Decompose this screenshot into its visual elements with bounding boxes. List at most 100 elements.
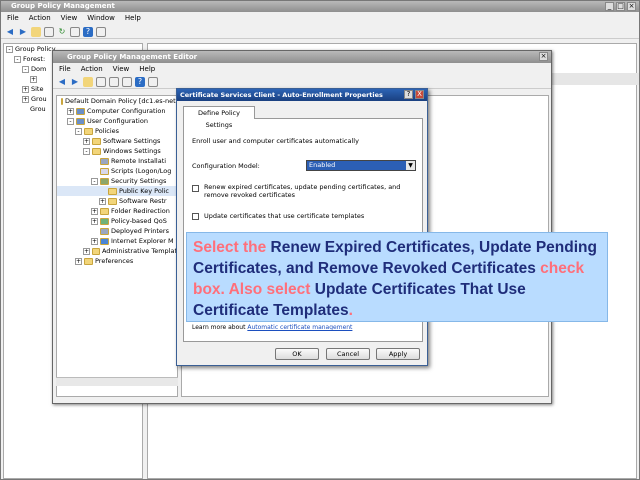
gpm-toolbar: ◀ ▶ ↻ ? xyxy=(1,25,639,39)
tree-item[interactable]: + Folder Redirection xyxy=(57,206,177,216)
properties-icon[interactable] xyxy=(148,76,158,87)
tree-item[interactable]: + Policy-based QoS xyxy=(57,216,177,226)
up-folder-icon[interactable] xyxy=(83,76,93,87)
expand-toggle-icon[interactable]: - xyxy=(67,117,74,125)
tree-item-label: Remote Installati xyxy=(111,157,167,165)
up-folder-icon[interactable] xyxy=(31,26,41,37)
folder-icon xyxy=(108,187,117,195)
gpme-titlebar[interactable]: Group Policy Management Editor xyxy=(53,51,551,63)
tree-item-label: Scripts (Logon/Log xyxy=(111,167,172,175)
gpm-window-controls: _ □ × xyxy=(605,2,636,11)
gpme-window-controls: × xyxy=(539,52,548,61)
dialog-title: Certificate Services Client - Auto-Enrol… xyxy=(180,91,383,99)
close-icon[interactable]: X xyxy=(415,90,424,99)
tree-item[interactable]: + Preferences xyxy=(57,256,177,266)
configuration-model-select[interactable]: Enabled ▼ xyxy=(306,160,416,171)
gpme-menubar: File Action View Help xyxy=(53,63,551,75)
folder-icon xyxy=(92,137,101,145)
expand-toggle-icon[interactable]: + xyxy=(83,137,90,145)
properties-icon[interactable] xyxy=(96,26,106,37)
expand-toggle-icon[interactable]: - xyxy=(75,127,82,135)
show-tree-icon[interactable] xyxy=(96,76,106,87)
expand-toggle-icon[interactable]: + xyxy=(91,207,98,215)
tree-item-label: Folder Redirection xyxy=(111,207,170,215)
intro-text: Enroll user and computer certificates au… xyxy=(192,137,359,145)
forward-icon[interactable]: ▶ xyxy=(18,27,28,37)
forward-icon[interactable]: ▶ xyxy=(70,77,80,87)
gpm-titlebar[interactable]: Group Policy Management xyxy=(1,1,639,12)
help-icon[interactable]: ? xyxy=(83,26,93,37)
export-icon[interactable] xyxy=(122,76,132,87)
tree-item[interactable]: - User Configuration xyxy=(57,116,177,126)
refresh-icon[interactable]: ↻ xyxy=(57,27,67,37)
expand-toggle-icon[interactable]: + xyxy=(67,107,74,115)
gpme-toolbar: ◀ ▶ ? xyxy=(53,75,551,89)
folder-icon xyxy=(84,257,93,265)
help-link[interactable]: Automatic certificate management xyxy=(247,324,352,331)
close-icon[interactable]: × xyxy=(539,52,548,61)
renew-expired-checkbox[interactable] xyxy=(192,185,199,192)
menu-help[interactable]: Help xyxy=(125,14,141,23)
tree-item[interactable]: Remote Installati xyxy=(57,156,177,166)
printer-icon xyxy=(100,227,109,235)
tab-define-policy-settings[interactable]: Define Policy Settings xyxy=(183,106,255,129)
menu-action[interactable]: Action xyxy=(81,65,103,73)
back-icon[interactable]: ◀ xyxy=(57,77,67,87)
expand-toggle-icon[interactable]: + xyxy=(75,257,82,265)
tree-item[interactable]: Default Domain Policy [dc1.es-net. xyxy=(57,96,177,106)
dialog-titlebar[interactable]: Certificate Services Client - Auto-Enrol… xyxy=(177,89,427,101)
help-icon[interactable]: ? xyxy=(404,90,413,99)
maximize-icon[interactable]: □ xyxy=(616,2,625,11)
tree-item[interactable]: + Software Settings xyxy=(57,136,177,146)
tree-item[interactable]: + Internet Explorer M xyxy=(57,236,177,246)
tree-item-label: Internet Explorer M xyxy=(111,237,174,245)
gpme-hscroll[interactable] xyxy=(56,377,178,386)
tree-item[interactable]: + Administrative Templat xyxy=(57,246,177,256)
expand-toggle-icon[interactable]: + xyxy=(91,217,98,225)
chevron-down-icon: ▼ xyxy=(406,161,415,170)
refresh-icon[interactable] xyxy=(109,76,119,87)
menu-view[interactable]: View xyxy=(61,14,78,23)
menu-file[interactable]: File xyxy=(7,14,19,23)
help-icon[interactable]: ? xyxy=(135,76,145,87)
tree-item[interactable]: Deployed Printers xyxy=(57,226,177,236)
close-icon[interactable]: × xyxy=(627,2,636,11)
menu-action[interactable]: Action xyxy=(29,14,51,23)
show-tree-icon[interactable] xyxy=(44,26,54,37)
back-icon[interactable]: ◀ xyxy=(5,27,15,37)
tree-item-label: Security Settings xyxy=(111,177,167,185)
folder-icon xyxy=(100,207,109,215)
dialog-controls: ? X xyxy=(404,90,424,99)
minimize-icon[interactable]: _ xyxy=(605,2,614,11)
cancel-button[interactable]: Cancel xyxy=(326,348,370,360)
tree-item[interactable]: - Security Settings xyxy=(57,176,177,186)
menu-file[interactable]: File xyxy=(59,65,71,73)
tree-item[interactable]: Scripts (Logon/Log xyxy=(57,166,177,176)
ok-button[interactable]: OK xyxy=(275,348,319,360)
tree-item[interactable]: Public Key Polic xyxy=(57,186,177,196)
doc-icon xyxy=(61,97,63,105)
export-icon[interactable] xyxy=(70,26,80,37)
learn-more: Learn more about Automatic certificate m… xyxy=(192,324,353,331)
expand-toggle-icon[interactable]: + xyxy=(91,237,98,245)
menu-help[interactable]: Help xyxy=(139,65,155,73)
tree-item[interactable]: + Software Restr xyxy=(57,196,177,206)
expand-toggle-icon[interactable]: - xyxy=(91,177,98,185)
tree-item[interactable]: - Windows Settings xyxy=(57,146,177,156)
gpme-tree: Default Domain Policy [dc1.es-net. + Compu… xyxy=(56,95,178,397)
tree-item[interactable]: + Computer Configuration xyxy=(57,106,177,116)
pc-icon xyxy=(76,107,85,115)
tree-item[interactable]: - Policies xyxy=(57,126,177,136)
update-certificates-checkbox[interactable] xyxy=(192,213,199,220)
tree-item-label: Default Domain Policy [dc1.es-net. xyxy=(65,97,178,105)
expand-toggle-icon[interactable]: + xyxy=(99,197,106,205)
apply-button[interactable]: Apply xyxy=(376,348,420,360)
expand-toggle-icon[interactable]: + xyxy=(83,247,90,255)
menu-window[interactable]: Window xyxy=(87,14,115,23)
expand-toggle-icon[interactable]: - xyxy=(83,147,90,155)
menu-view[interactable]: View xyxy=(113,65,130,73)
